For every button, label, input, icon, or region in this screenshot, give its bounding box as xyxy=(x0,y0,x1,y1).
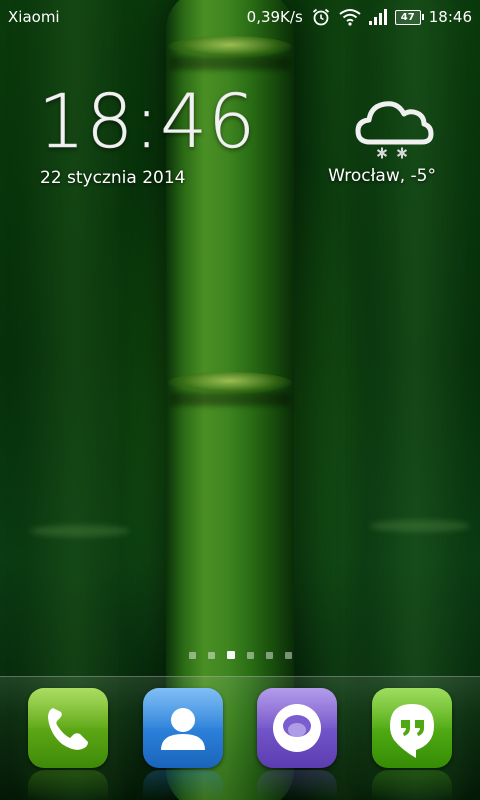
phone-icon xyxy=(48,708,88,750)
page-indicator xyxy=(0,651,480,659)
weather-location-temperature: Wrocław, -5° xyxy=(328,166,436,186)
bamboo-node-shadow xyxy=(170,392,290,406)
contacts-app-button[interactable] xyxy=(143,688,223,768)
alarm-clock-icon xyxy=(312,8,329,26)
carrier-name: Xiaomi xyxy=(8,8,60,26)
browser-reflection xyxy=(257,770,337,800)
clock-date: 22 stycznia 2014 xyxy=(40,168,186,188)
phone-reflection xyxy=(28,770,108,800)
clock-time: 18:46 xyxy=(38,79,257,165)
page-dot xyxy=(265,652,273,659)
bamboo-node xyxy=(30,525,130,537)
bamboo-node xyxy=(168,372,292,394)
page-dot xyxy=(284,652,292,659)
contacts-reflection xyxy=(143,770,223,800)
page-dot-active xyxy=(226,651,235,659)
wifi-icon xyxy=(339,9,361,26)
page-dot xyxy=(188,652,196,659)
network-speed: 0,39K/s xyxy=(246,8,303,26)
bamboo-node-shadow xyxy=(170,56,290,70)
battery-icon: 47 xyxy=(394,9,424,25)
phone-app-button[interactable] xyxy=(28,688,108,768)
status-bar[interactable]: Xiaomi 0,39K/s 47 18:46 xyxy=(0,0,480,34)
status-time: 18:46 xyxy=(428,8,472,26)
page-dot xyxy=(207,652,215,659)
clock-widget[interactable]: 18:46 22 stycznia 2014 xyxy=(38,82,256,192)
hangouts-icon xyxy=(390,704,434,758)
dock xyxy=(0,676,480,800)
page-dot xyxy=(246,652,254,659)
weather-widget[interactable]: Wrocław, -5° xyxy=(320,96,440,196)
bamboo-node xyxy=(168,36,292,58)
browser-icon xyxy=(273,704,321,752)
contacts-icon xyxy=(161,708,205,750)
hangouts-reflection xyxy=(372,770,452,800)
hangouts-app-button[interactable] xyxy=(372,688,452,768)
browser-app-button[interactable] xyxy=(257,688,337,768)
status-indicators: 0,39K/s 47 18:46 xyxy=(247,6,472,28)
signal-icon xyxy=(368,9,387,25)
cloud-snow-icon xyxy=(355,101,434,159)
bamboo-node xyxy=(370,520,470,532)
